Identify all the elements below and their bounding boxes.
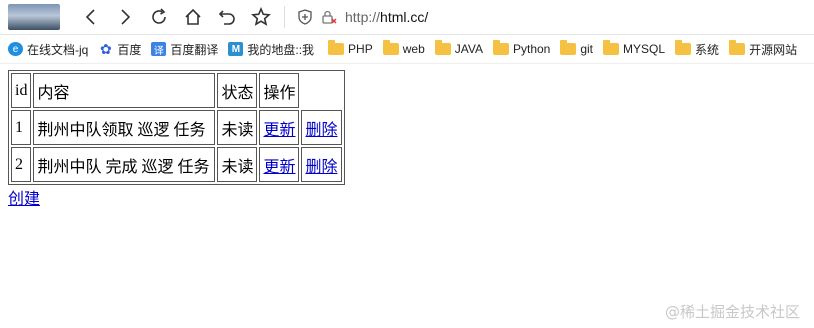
row-status: 未读: [217, 110, 258, 145]
bookmark-label: 在线文档-jq: [27, 42, 89, 57]
task-table: id 内容 状态 操作 1 荆州中队领取 巡逻 任务 未读 更新 删除 2 荆州…: [8, 70, 345, 185]
row-status: 未读: [217, 147, 258, 182]
table-row: 1 荆州中队领取 巡逻 任务 未读 更新 删除: [11, 110, 342, 145]
bookmark-label: git: [580, 42, 594, 56]
bookmark-folder-php[interactable]: PHP: [328, 40, 373, 56]
delete-cell: 删除: [301, 110, 342, 145]
back-button[interactable]: [74, 2, 108, 32]
header-status: 状态: [217, 73, 258, 108]
bookmark-folder-open-source[interactable]: 开源网站: [729, 40, 798, 58]
bookmark-label: 开源网站: [749, 42, 798, 57]
update-cell: 更新: [259, 110, 300, 145]
folder-icon: [492, 40, 509, 55]
home-icon: [185, 8, 201, 25]
chevron-left-icon: [85, 9, 95, 25]
bookmarks-bar: e 在线文档-jq ✿ 百度 译 百度翻译 M 我的地盘::我 PHP web …: [0, 35, 814, 64]
tab-thumbnail[interactable]: [8, 4, 60, 30]
bookmark-label: Python: [512, 42, 551, 56]
bookmark-label: PHP: [348, 42, 373, 56]
table-header-row: id 内容 状态 操作: [11, 73, 342, 108]
browser-toolbar: http://html.cc/: [0, 0, 814, 35]
bookmark-label: web: [402, 42, 425, 56]
folder-icon: [675, 40, 692, 55]
bookmark-baidu[interactable]: ✿ 百度: [98, 41, 141, 58]
row-id: 2: [11, 147, 32, 182]
folder-icon: [434, 40, 451, 55]
delete-cell: 删除: [301, 147, 342, 182]
baidu-paw-icon: ✿: [99, 40, 112, 57]
address-bar[interactable]: http://html.cc/: [345, 9, 428, 25]
folder-icon: [382, 40, 399, 55]
bookmark-jq-docs[interactable]: e 在线文档-jq: [8, 41, 88, 58]
folder-icon: [560, 40, 577, 55]
favorite-button[interactable]: [244, 2, 278, 32]
address-icons: [297, 9, 337, 25]
bookmark-label: 系统: [695, 42, 720, 57]
shield-icon[interactable]: [297, 9, 313, 25]
bookmark-baidu-translate[interactable]: 译 百度翻译: [151, 41, 218, 58]
watermark: @稀土掘金技术社区: [664, 303, 800, 321]
update-cell: 更新: [259, 147, 300, 182]
m-icon: M: [228, 42, 244, 56]
bookmark-label: JAVA: [454, 42, 483, 56]
e-icon: e: [8, 42, 23, 56]
chevron-right-icon: [121, 9, 131, 25]
row-content: 荆州中队 完成 巡逻 任务: [33, 147, 216, 182]
home-button[interactable]: [176, 2, 210, 32]
table-row: 2 荆州中队 完成 巡逻 任务 未读 更新 删除: [11, 147, 342, 182]
header-actions: 操作: [259, 73, 300, 108]
folder-icon: [729, 40, 746, 55]
folder-icon: [328, 40, 345, 55]
bookmark-folder-python[interactable]: Python: [492, 40, 551, 56]
toolbar-divider: [284, 6, 285, 28]
bookmark-my-site[interactable]: M 我的地盘::我: [228, 41, 314, 58]
bookmark-label: 我的地盘::我: [247, 42, 315, 57]
reload-button[interactable]: [142, 2, 176, 32]
row-id: 1: [11, 110, 32, 145]
bookmark-folder-java[interactable]: JAVA: [434, 40, 483, 56]
url-host: html.cc/: [380, 9, 429, 25]
header-id: id: [11, 73, 32, 108]
header-content: 内容: [33, 73, 216, 108]
translate-icon: 译: [151, 42, 167, 57]
bookmark-folder-git[interactable]: git: [560, 40, 594, 56]
update-link[interactable]: 更新: [263, 122, 295, 139]
row-content: 荆州中队领取 巡逻 任务: [33, 110, 216, 145]
star-icon: [251, 7, 271, 26]
undo-icon: [218, 10, 235, 25]
delete-link[interactable]: 删除: [305, 122, 337, 139]
reload-icon: [152, 8, 166, 24]
folder-icon: [603, 40, 620, 55]
bookmark-folder-mysql[interactable]: MYSQL: [603, 40, 666, 56]
insecure-lock-icon[interactable]: [321, 9, 337, 25]
undo-button[interactable]: [210, 2, 244, 32]
bookmark-folder-web[interactable]: web: [382, 40, 425, 56]
bookmark-label: MYSQL: [623, 42, 666, 56]
page-content: id 内容 状态 操作 1 荆州中队领取 巡逻 任务 未读 更新 删除 2 荆州…: [8, 70, 345, 209]
forward-button[interactable]: [108, 2, 142, 32]
bookmark-folder-system[interactable]: 系统: [675, 40, 720, 58]
delete-link[interactable]: 删除: [305, 159, 337, 176]
create-link[interactable]: 创建: [8, 191, 40, 208]
bookmark-label: 百度: [117, 42, 142, 57]
header-empty: [301, 73, 341, 108]
bookmark-label: 百度翻译: [170, 42, 219, 57]
url-scheme: http://: [345, 9, 381, 25]
update-link[interactable]: 更新: [263, 159, 295, 176]
